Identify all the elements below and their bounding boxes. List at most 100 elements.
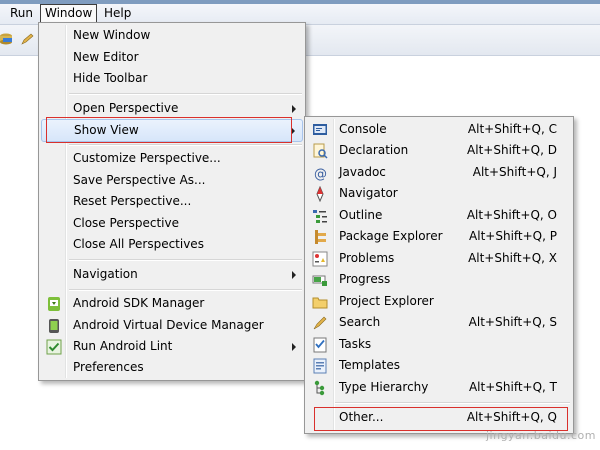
javadoc-icon: @ bbox=[314, 167, 327, 181]
window-menu: New Window New Editor Hide Toolbar Open … bbox=[38, 22, 306, 381]
svg-text:@: @ bbox=[314, 167, 327, 181]
menu-item-label: Javadoc bbox=[339, 165, 386, 179]
view-item-declaration[interactable]: Declaration Alt+Shift+Q, D bbox=[307, 140, 571, 161]
submenu-arrow-icon bbox=[292, 343, 296, 351]
navigator-icon bbox=[316, 186, 324, 202]
menu-separator bbox=[69, 259, 302, 261]
menu-separator bbox=[69, 289, 302, 291]
pen-icon[interactable] bbox=[20, 33, 34, 45]
project-explorer-icon bbox=[312, 297, 328, 309]
view-item-type-hierarchy[interactable]: Type Hierarchy Alt+Shift+Q, T bbox=[307, 377, 571, 398]
view-item-package-explorer[interactable]: Package Explorer Alt+Shift+Q, P bbox=[307, 226, 571, 247]
menu-item-label: Type Hierarchy bbox=[339, 380, 429, 394]
lint-check-icon bbox=[46, 339, 62, 355]
menu-item-label: Hide Toolbar bbox=[73, 71, 148, 85]
templates-icon bbox=[313, 358, 327, 374]
submenu-arrow-icon bbox=[291, 127, 295, 135]
submenu-arrow-icon bbox=[292, 271, 296, 279]
menu-item-label: Package Explorer bbox=[339, 229, 443, 243]
view-item-project-explorer[interactable]: Project Explorer bbox=[307, 291, 571, 312]
view-item-console[interactable]: Console Alt+Shift+Q, C bbox=[307, 119, 571, 140]
menu-item-label: Search bbox=[339, 315, 381, 329]
menu-item-shortcut: Alt+Shift+Q, J bbox=[472, 165, 557, 179]
declaration-icon bbox=[313, 143, 328, 159]
menu-separator bbox=[69, 144, 302, 146]
menu-item-label: Close Perspective bbox=[73, 216, 180, 230]
console-icon bbox=[313, 124, 327, 135]
view-item-templates[interactable]: Templates bbox=[307, 355, 571, 376]
menu-item-shortcut: Alt+Shift+Q, O bbox=[466, 208, 557, 222]
menu-item-save-perspective-as[interactable]: Save Perspective As... bbox=[41, 170, 303, 191]
menu-item-label: Run Android Lint bbox=[73, 339, 173, 353]
menu-item-customize-perspective[interactable]: Customize Perspective... bbox=[41, 148, 303, 169]
tasks-icon bbox=[313, 337, 327, 353]
menu-item-label: Reset Perspective... bbox=[73, 194, 192, 208]
view-item-javadoc[interactable]: @ Javadoc Alt+Shift+Q, J bbox=[307, 162, 571, 183]
view-item-search[interactable]: Search Alt+Shift+Q, S bbox=[307, 312, 571, 333]
menu-item-android-avd-manager[interactable]: Android Virtual Device Manager bbox=[41, 315, 303, 336]
menu-item-new-editor[interactable]: New Editor bbox=[41, 47, 303, 68]
database-icon[interactable] bbox=[0, 33, 14, 45]
menu-item-label: Progress bbox=[339, 272, 391, 286]
menu-item-preferences[interactable]: Preferences bbox=[41, 357, 303, 378]
menu-item-label: Navigation bbox=[73, 267, 138, 281]
menu-item-shortcut: Alt+Shift+Q, P bbox=[469, 229, 557, 243]
menu-item-shortcut: Alt+Shift+Q, X bbox=[468, 251, 557, 265]
menu-item-label: Android Virtual Device Manager bbox=[73, 318, 264, 332]
menu-item-label: Project Explorer bbox=[339, 294, 434, 308]
menu-separator bbox=[69, 93, 302, 95]
type-hierarchy-icon bbox=[314, 380, 325, 396]
menu-help[interactable]: Help bbox=[100, 5, 135, 22]
view-item-progress[interactable]: Progress bbox=[307, 269, 571, 290]
menu-item-open-perspective[interactable]: Open Perspective bbox=[41, 98, 303, 119]
search-icon bbox=[313, 316, 327, 330]
menu-item-label: Console bbox=[339, 122, 387, 136]
menu-item-shortcut: Alt+Shift+Q, S bbox=[468, 315, 557, 329]
menu-window[interactable]: Window bbox=[40, 4, 98, 23]
view-item-problems[interactable]: Problems Alt+Shift+Q, X bbox=[307, 248, 571, 269]
menu-item-label: Show View bbox=[74, 123, 139, 137]
menu-run[interactable]: Run bbox=[6, 5, 37, 22]
android-device-icon bbox=[49, 319, 59, 333]
view-item-tasks[interactable]: Tasks bbox=[307, 334, 571, 355]
outline-icon bbox=[313, 210, 327, 223]
menu-item-label: Save Perspective As... bbox=[73, 173, 206, 187]
menu-item-new-window[interactable]: New Window bbox=[41, 25, 303, 46]
menu-item-close-perspective[interactable]: Close Perspective bbox=[41, 213, 303, 234]
menu-item-label: Other... bbox=[339, 410, 384, 424]
menu-item-shortcut: Alt+Shift+Q, D bbox=[467, 143, 557, 157]
menu-item-shortcut: Alt+Shift+Q, Q bbox=[466, 410, 557, 424]
view-item-navigator[interactable]: Navigator bbox=[307, 183, 571, 204]
menu-item-label: Open Perspective bbox=[73, 101, 179, 115]
menu-item-close-all-perspectives[interactable]: Close All Perspectives bbox=[41, 234, 303, 255]
menu-item-label: New Editor bbox=[73, 50, 139, 64]
progress-icon bbox=[312, 275, 327, 286]
package-explorer-icon bbox=[315, 230, 326, 244]
menu-item-label: New Window bbox=[73, 28, 151, 42]
menu-separator bbox=[335, 402, 570, 404]
menu-item-label: Customize Perspective... bbox=[73, 151, 221, 165]
menu-item-shortcut: Alt+Shift+Q, C bbox=[467, 122, 557, 136]
menu-item-label: Tasks bbox=[339, 337, 372, 351]
submenu-arrow-icon bbox=[292, 105, 296, 113]
menu-item-run-android-lint[interactable]: Run Android Lint bbox=[41, 336, 303, 357]
menu-item-label: Declaration bbox=[339, 143, 409, 157]
menu-item-reset-perspective[interactable]: Reset Perspective... bbox=[41, 191, 303, 212]
menu-item-label: Navigator bbox=[339, 186, 398, 200]
android-sdk-icon bbox=[48, 297, 60, 311]
menu-item-android-sdk-manager[interactable]: Android SDK Manager bbox=[41, 293, 303, 314]
menu-item-show-view[interactable]: Show View bbox=[41, 119, 303, 142]
view-item-other[interactable]: Other... Alt+Shift+Q, Q bbox=[307, 407, 571, 428]
menu-item-hide-toolbar[interactable]: Hide Toolbar bbox=[41, 68, 303, 89]
menu-item-label: Problems bbox=[339, 251, 395, 265]
watermark-text: jingyan.baidu.com bbox=[485, 429, 596, 442]
view-item-outline[interactable]: Outline Alt+Shift+Q, O bbox=[307, 205, 571, 226]
menu-item-label: Preferences bbox=[73, 360, 144, 374]
problems-icon bbox=[312, 251, 328, 267]
show-view-submenu: Console Alt+Shift+Q, C Declaration Alt+S… bbox=[304, 116, 574, 434]
menu-item-label: Android SDK Manager bbox=[73, 296, 205, 310]
menu-item-label: Templates bbox=[339, 358, 401, 372]
menu-item-navigation[interactable]: Navigation bbox=[41, 264, 303, 285]
menu-item-shortcut: Alt+Shift+Q, T bbox=[468, 380, 557, 394]
menu-item-label: Outline bbox=[339, 208, 383, 222]
